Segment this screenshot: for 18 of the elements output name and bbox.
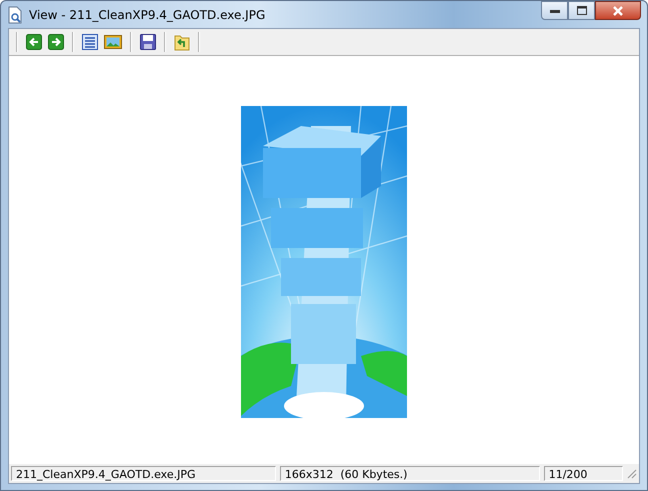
maximize-icon [576, 6, 586, 15]
window-title: View - 211_CleanXP9.4_GAOTD.exe.JPG [29, 8, 266, 22]
folder-arrow-icon[interactable] [173, 33, 191, 51]
maximize-button[interactable] [568, 1, 595, 20]
save-button[interactable] [139, 34, 157, 50]
status-position: 11/200 [544, 466, 624, 481]
resize-grip-icon [627, 468, 638, 478]
document-icon [7, 6, 23, 24]
back-button[interactable] [25, 34, 43, 50]
status-image-info: 166x312 (60 Kbytes.) [280, 466, 540, 481]
close-icon [612, 6, 624, 16]
close-button[interactable] [595, 1, 641, 20]
forward-button[interactable] [47, 34, 65, 50]
image-view-button[interactable] [103, 34, 123, 50]
list-view-button[interactable] [81, 34, 99, 50]
minimize-button[interactable] [541, 1, 568, 20]
status-filename: 211_CleanXP9.4_GAOTD.exe.JPG [11, 466, 276, 481]
minimize-icon [550, 8, 560, 12]
